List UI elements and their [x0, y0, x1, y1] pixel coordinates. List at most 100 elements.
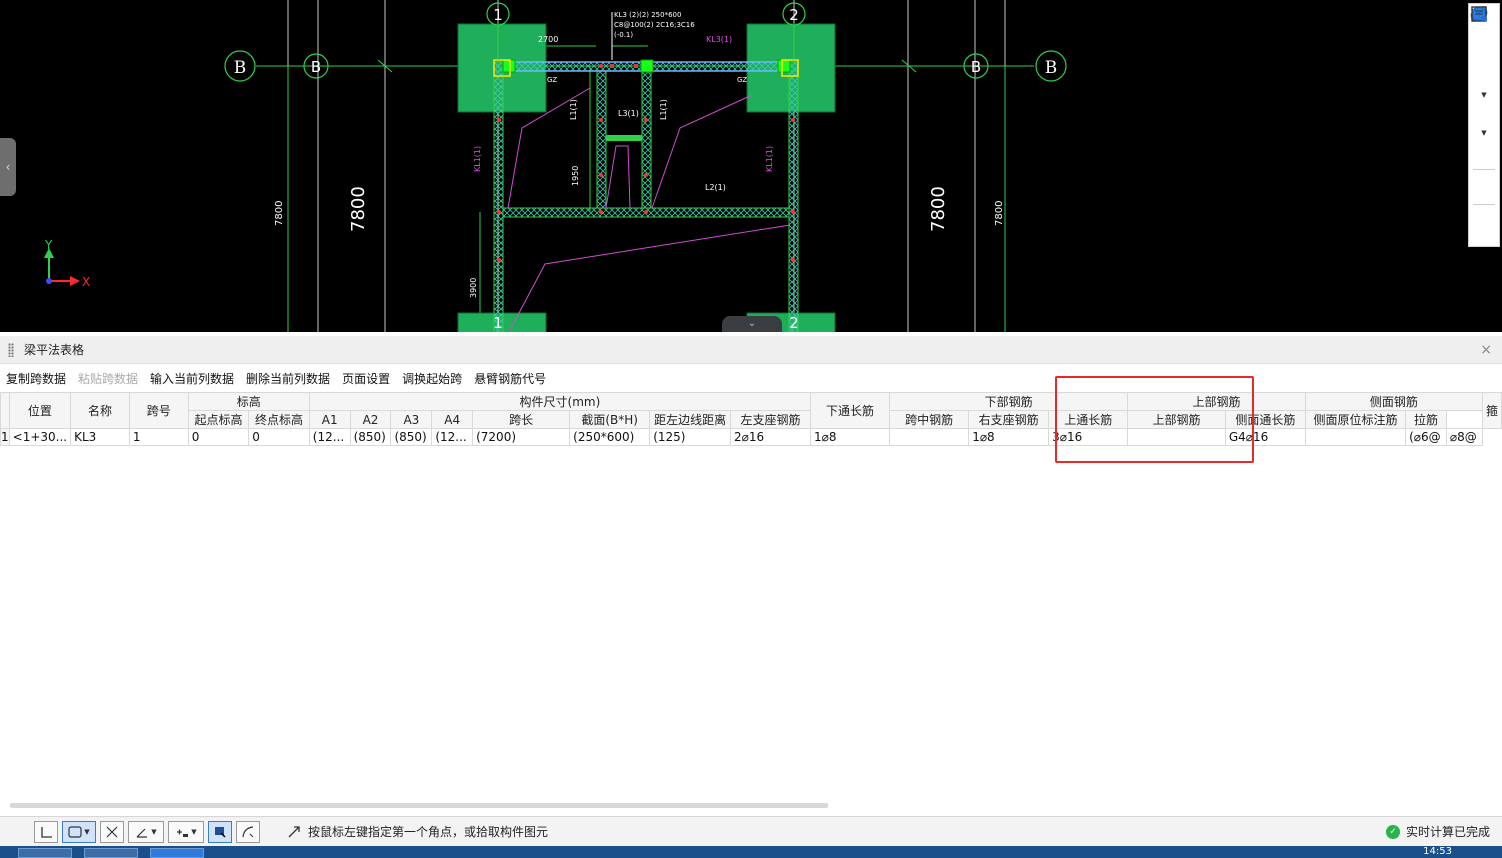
orthogonal-mode-button[interactable] — [34, 820, 58, 843]
display-mode-icon[interactable] — [1472, 6, 1496, 126]
cell-elev-end[interactable]: 0 — [248, 428, 310, 446]
column-label-left: GZ — [547, 76, 557, 84]
view-cube-icon[interactable] — [1472, 6, 1496, 88]
header-a1[interactable]: A1 — [308, 410, 351, 429]
header-offset[interactable]: 距左边线距离 — [649, 410, 732, 429]
cell-stirrup[interactable]: ⌀8@ — [1445, 428, 1483, 446]
beam-note-line3: (-0.1) — [614, 31, 633, 39]
header-span-length[interactable]: 跨长 — [472, 410, 571, 429]
angle-tool-button[interactable]: ▼ — [128, 820, 164, 843]
panel-title-bar[interactable]: 梁平法表格 × — [0, 336, 1502, 364]
beam-l3-segment — [606, 135, 642, 141]
cell-side-through[interactable]: G4⌀16 — [1224, 428, 1306, 446]
header-stirrup[interactable]: 箍 — [1481, 392, 1502, 429]
cell-position[interactable]: <1+30... — [8, 428, 72, 446]
panel-close-button[interactable]: × — [1480, 342, 1492, 358]
axis-y-label: Y — [44, 238, 53, 252]
ucs-axes: Y X — [44, 238, 90, 289]
header-name[interactable]: 名称 — [70, 392, 130, 429]
label-l1-right: L1(1) — [659, 99, 668, 120]
header-side-through[interactable]: 侧面通长筋 — [1224, 410, 1306, 429]
cell-name[interactable]: KL3 — [70, 428, 130, 446]
copy-span-data-button[interactable]: 复制跨数据 — [6, 370, 66, 387]
header-mid-span[interactable]: 跨中钢筋 — [889, 410, 970, 429]
page-setup-button[interactable]: 页面设置 — [342, 370, 390, 387]
cell-side-original[interactable] — [1304, 428, 1407, 446]
dim-3900: 3900 — [469, 278, 478, 298]
header-position[interactable]: 位置 — [8, 392, 72, 429]
header-span[interactable]: 跨号 — [128, 392, 189, 429]
cell-span-length[interactable]: (7200) — [472, 428, 571, 446]
drag-grip-icon[interactable] — [8, 342, 14, 357]
table-row[interactable]: 1 <1+30... KL3 1 0 0 (12... (850) (850) … — [0, 428, 1502, 446]
resize-arrow-icon — [288, 825, 300, 837]
collapse-handle[interactable]: ⌄ — [722, 316, 782, 332]
snap-tool-button[interactable]: ▼ — [168, 820, 204, 843]
properties-list-icon[interactable] — [1471, 6, 1496, 234]
cell-tie[interactable]: (⌀6@ — [1405, 428, 1447, 446]
header-top-rebar-sub[interactable]: 上部钢筋 — [1127, 410, 1226, 429]
swap-start-span-button[interactable]: 调换起始跨 — [402, 370, 462, 387]
header-a4[interactable]: A4 — [431, 410, 474, 429]
cell-elev-start[interactable]: 0 — [187, 428, 250, 446]
display-dropdown-icon[interactable]: ▼ — [1481, 129, 1486, 137]
cell-top-through[interactable]: 3⌀16 — [1048, 428, 1129, 446]
header-left-support[interactable]: 左支座钢筋 — [730, 410, 811, 429]
select-mode-button[interactable]: ▼ — [62, 820, 96, 843]
cell-a4[interactable]: (12... — [431, 428, 474, 446]
header-side-original[interactable]: 侧面原位标注筋 — [1304, 410, 1407, 429]
dim-7800-left: 7800 — [348, 186, 369, 232]
cancel-tool-button[interactable] — [100, 820, 124, 843]
cell-a2[interactable]: (850) — [349, 428, 392, 446]
header-a3[interactable]: A3 — [390, 410, 433, 429]
fullscreen-icon[interactable] — [1471, 6, 1496, 164]
cell-mid-span[interactable] — [889, 428, 970, 446]
horizontal-scrollbar[interactable] — [10, 803, 828, 808]
cad-viewport[interactable]: 1 2 1 2 B B B B 7800 7800 7800 7800 2700… — [0, 0, 1502, 332]
cell-section[interactable]: (250*600) — [569, 428, 651, 446]
header-bottom-through[interactable]: 下通长筋 — [809, 392, 891, 429]
header-tie[interactable]: 拉筋 — [1405, 410, 1447, 429]
header-elev-end[interactable]: 终点标高 — [248, 410, 310, 429]
paste-span-data-button[interactable]: 粘贴跨数据 — [78, 370, 138, 387]
header-dims: 构件尺寸(mm) — [308, 392, 812, 411]
cad-drawing[interactable]: 1 2 1 2 B B B B 7800 7800 7800 7800 2700… — [0, 0, 1502, 332]
input-column-data-button[interactable]: 输入当前列数据 — [150, 370, 234, 387]
dim-2700: 2700 — [538, 35, 558, 44]
curve-tool-button[interactable] — [236, 820, 260, 843]
taskbar-app-2[interactable] — [84, 848, 138, 858]
dynamic-input-button[interactable] — [208, 820, 232, 843]
cell-top-rebar[interactable] — [1127, 428, 1226, 446]
label-kl1-left: KL1(1) — [473, 146, 482, 172]
header-section[interactable]: 截面(B*H) — [569, 410, 651, 429]
taskbar-app-3[interactable] — [150, 848, 204, 858]
header-top-rebar: 上部钢筋 — [1127, 392, 1306, 411]
3d-view-icon[interactable]: 3D — [1472, 6, 1496, 61]
dim-1950: 1950 — [571, 166, 580, 186]
dim-7800-right: 7800 — [928, 186, 949, 232]
axis-label-1-bottom: 1 — [493, 314, 503, 332]
taskbar-app-1[interactable] — [18, 848, 72, 858]
cell-span[interactable]: 1 — [128, 428, 189, 446]
cell-a3[interactable]: (850) — [390, 428, 433, 446]
cell-offset[interactable]: (125) — [649, 428, 732, 446]
header-a2[interactable]: A2 — [349, 410, 392, 429]
left-panel-toggle[interactable]: ‹ — [0, 138, 16, 196]
header-right-support[interactable]: 右支座钢筋 — [968, 410, 1050, 429]
axis-label-b-left-outer: B — [234, 58, 247, 78]
view-dropdown-icon[interactable]: ▼ — [1481, 91, 1486, 99]
header-top-through[interactable]: 上通长筋 — [1048, 410, 1129, 429]
header-elev-start[interactable]: 起点标高 — [187, 410, 250, 429]
axis-label-b-right: B — [971, 58, 981, 76]
cell-right-support[interactable]: 1⌀8 — [968, 428, 1050, 446]
cantilever-rebar-code-button[interactable]: 悬臂钢筋代号 — [474, 370, 546, 387]
beam-table: 位置 名称 跨号 标高 构件尺寸(mm) 下通长筋 下部钢筋 上部钢筋 侧面钢筋… — [0, 392, 1502, 446]
beam-note-line1: KL3 (2)(2) 250*600 — [614, 11, 681, 19]
delete-column-data-button[interactable]: 删除当前列数据 — [246, 370, 330, 387]
cell-a1[interactable]: (12... — [308, 428, 351, 446]
component-display-icon[interactable] — [1472, 6, 1496, 199]
cell-bottom-through[interactable]: 2⌀16 — [730, 428, 811, 446]
calc-status-text: 实时计算已完成 — [1405, 825, 1490, 839]
cell-left-support[interactable]: 1⌀8 — [809, 428, 891, 446]
axis-label-b-right-outer: B — [1045, 58, 1058, 78]
